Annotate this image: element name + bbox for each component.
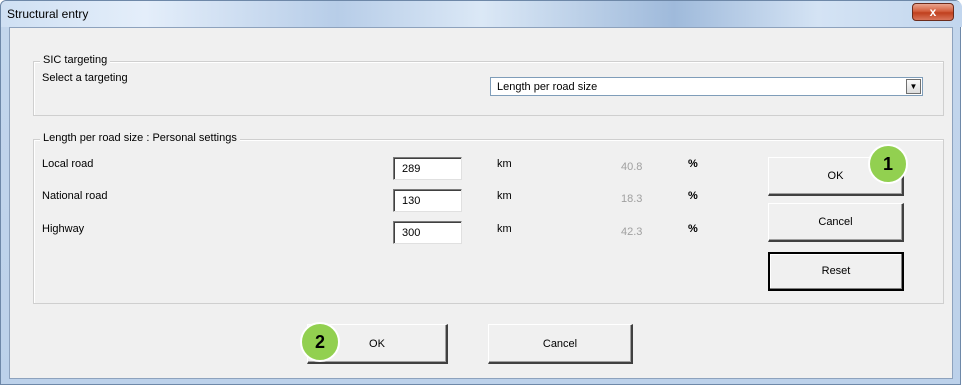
local-road-input[interactable]: 289 [393, 157, 462, 180]
callout-badge-1: 1 [868, 144, 908, 184]
close-button[interactable]: x [912, 3, 954, 21]
local-road-percent: 40.8 [621, 161, 643, 173]
targeting-label: Select a targeting [42, 72, 128, 84]
national-road-percent-sign: % [688, 190, 698, 202]
local-road-percent-sign: % [688, 158, 698, 170]
reset-label: Reset [821, 265, 851, 277]
highway-percent-sign: % [688, 223, 698, 235]
window-title: Structural entry [7, 7, 89, 21]
dialog-client-area: SIC targeting Select a targeting Length … [9, 27, 953, 379]
local-road-unit: km [497, 158, 512, 170]
sic-targeting-legend: SIC targeting [40, 54, 111, 66]
structural-entry-window: Structural entry x SIC targeting Select … [0, 0, 962, 385]
sic-targeting-frame: SIC targeting Select a targeting Length … [33, 54, 944, 116]
national-road-label: National road [42, 190, 108, 202]
settings-cancel-label: Cancel [818, 216, 853, 228]
callout-badge-2: 2 [300, 322, 340, 362]
close-icon: x [929, 5, 937, 19]
settings-ok-label: OK [827, 170, 844, 182]
highway-input[interactable]: 300 [393, 221, 462, 244]
personal-settings-legend: Length per road size : Personal settings [40, 132, 240, 144]
title-bar[interactable]: Structural entry x [1, 1, 962, 27]
cancel-button[interactable]: Cancel [488, 324, 633, 364]
local-road-label: Local road [42, 158, 94, 170]
chevron-down-icon[interactable]: ▼ [906, 79, 921, 94]
targeting-select-value: Length per road size [497, 81, 598, 93]
targeting-select[interactable]: Length per road size ▼ [490, 77, 923, 96]
highway-unit: km [497, 223, 512, 235]
personal-settings-frame: Length per road size : Personal settings… [33, 132, 944, 304]
settings-cancel-button[interactable]: Cancel [768, 203, 904, 242]
cancel-label: Cancel [542, 338, 578, 350]
reset-button[interactable]: Reset [768, 252, 904, 291]
highway-label: Highway [42, 223, 85, 235]
highway-percent: 42.3 [621, 226, 643, 238]
national-road-unit: km [497, 190, 512, 202]
ok-label: OK [369, 338, 385, 350]
national-road-input[interactable]: 130 [393, 189, 462, 212]
national-road-percent: 18.3 [621, 193, 643, 205]
